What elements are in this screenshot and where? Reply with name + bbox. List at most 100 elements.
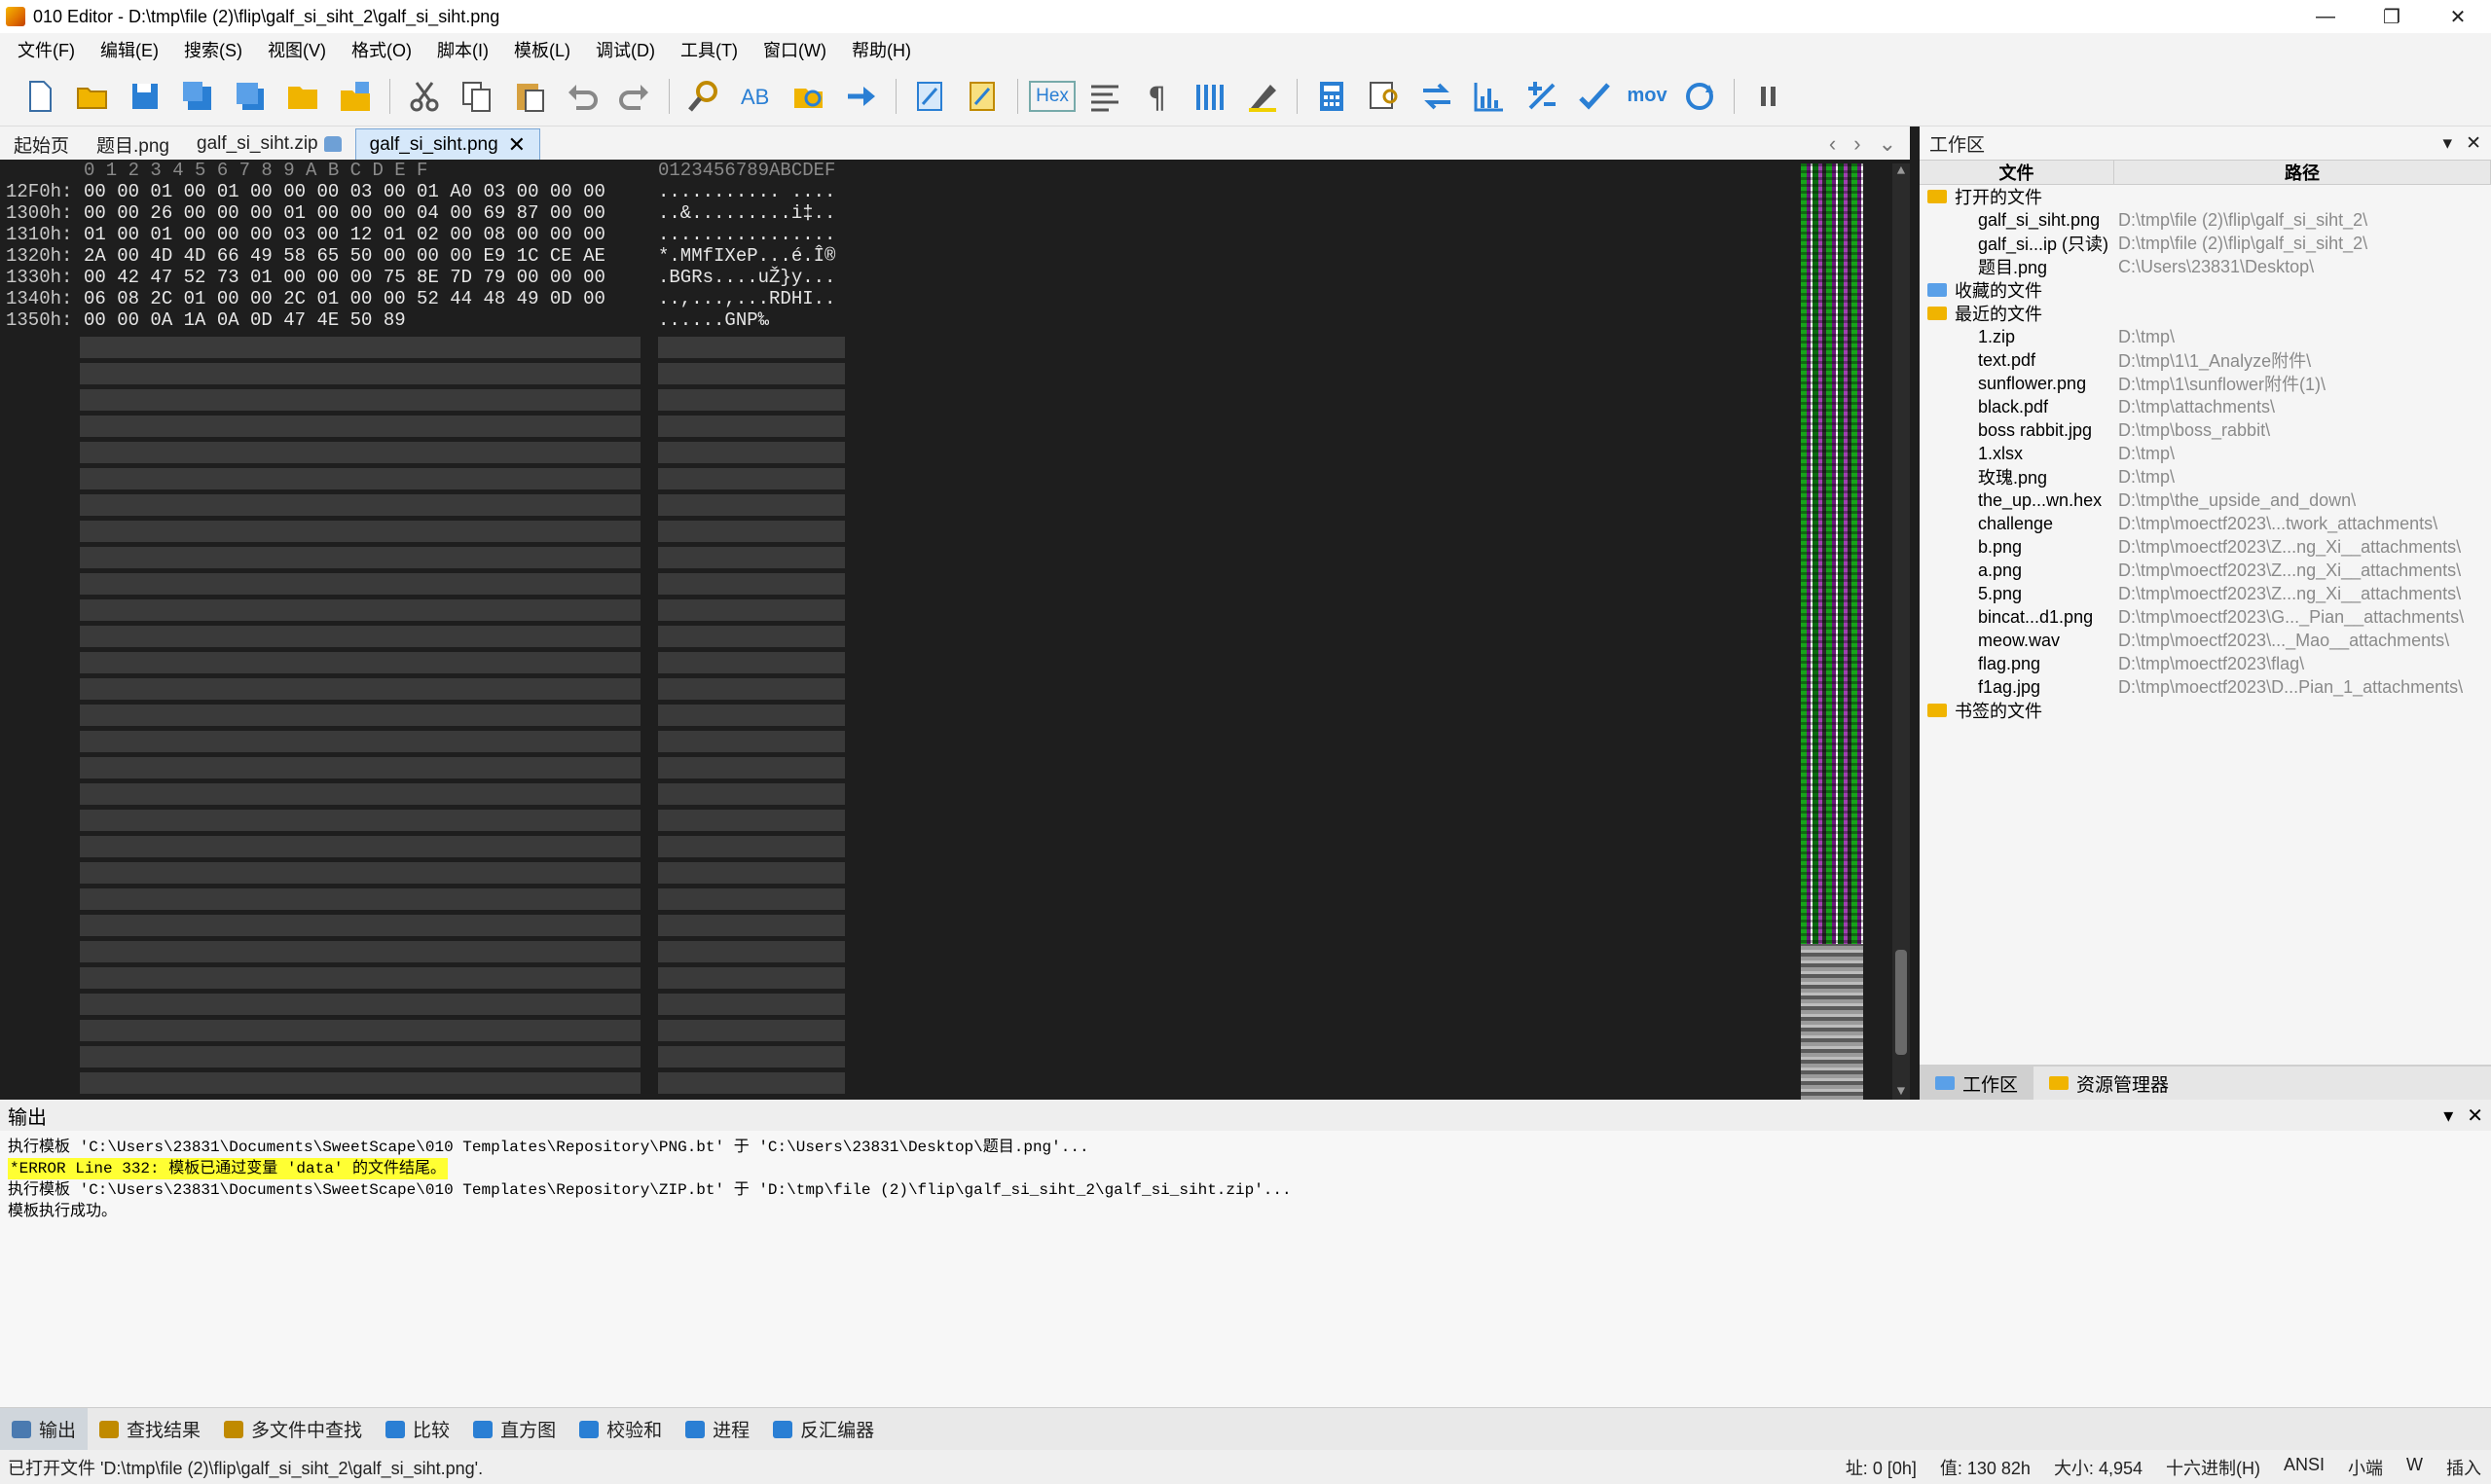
find-icon[interactable]: [681, 74, 726, 119]
open-folder-icon[interactable]: [280, 74, 325, 119]
tab-workspace[interactable]: 工作区: [1920, 1066, 2034, 1101]
column-file[interactable]: 文件: [1920, 161, 2114, 184]
bottom-tab-checksum[interactable]: 校验和: [568, 1408, 674, 1451]
row-ascii[interactable]: .BGRs....uŽ}y...: [658, 267, 835, 288]
output-close-icon[interactable]: ✕: [2467, 1104, 2483, 1128]
row-bytes[interactable]: 00 42 47 52 73 01 00 00 00 75 8E 7D 79 0…: [84, 267, 605, 288]
hex-editor[interactable]: 0 1 2 3 4 5 6 7 8 9 A B C D E F 01234567…: [0, 160, 1910, 1100]
scroll-up-icon[interactable]: ▲: [1892, 163, 1910, 179]
tab-start-page[interactable]: 起始页: [0, 128, 83, 160]
base-converter-icon[interactable]: [1677, 74, 1722, 119]
row-bytes[interactable]: 06 08 2C 01 00 00 2C 01 00 00 52 44 48 4…: [84, 288, 605, 309]
hex-mode-button[interactable]: Hex: [1029, 74, 1076, 119]
script-icon[interactable]: [908, 74, 953, 119]
row-bytes[interactable]: 00 00 0A 1A 0A 0D 47 4E 50 89: [84, 309, 406, 331]
bottom-tab-find-in-files[interactable]: 多文件中查找: [212, 1408, 374, 1451]
workspace-group[interactable]: 打开的文件: [1920, 185, 2491, 208]
redo-icon[interactable]: [612, 74, 657, 119]
save-icon[interactable]: [123, 74, 167, 119]
workspace-file-row[interactable]: 玫瑰.png D:\tmp\: [1920, 465, 2491, 489]
maximize-button[interactable]: ❐: [2359, 0, 2425, 33]
row-ascii[interactable]: ......GNP‰: [658, 309, 769, 331]
cut-icon[interactable]: [402, 74, 447, 119]
menu-view[interactable]: 视图(V): [258, 37, 342, 62]
compare-icon[interactable]: [1414, 74, 1459, 119]
tab-timu-png[interactable]: 题目.png: [83, 128, 183, 160]
panel-close-icon[interactable]: ✕: [2466, 132, 2481, 155]
workspace-file-row[interactable]: 5.png D:\tmp\moectf2023\Z...ng_Xi__attach…: [1920, 582, 2491, 605]
save-all-icon[interactable]: [228, 74, 273, 119]
status-insert[interactable]: 插入: [2446, 1455, 2481, 1480]
workspace-group[interactable]: 最近的文件: [1920, 302, 2491, 325]
panel-menu-icon[interactable]: ▾: [2443, 132, 2453, 155]
row-ascii[interactable]: *.MMfIXeP...é.Î®: [658, 245, 835, 267]
goto-icon[interactable]: [839, 74, 884, 119]
close-tab-icon[interactable]: ✕: [508, 132, 526, 158]
file-minimap[interactable]: [1801, 163, 1863, 1100]
status-mode[interactable]: 十六进制(H): [2166, 1455, 2260, 1480]
workspace-file-row[interactable]: a.png D:\tmp\moectf2023\Z...ng_Xi__attach…: [1920, 559, 2491, 582]
workspace-file-row[interactable]: boss rabbit.jpg D:\tmp\boss_rabbit\: [1920, 418, 2491, 442]
close-window-button[interactable]: ✕: [2425, 0, 2491, 33]
menu-search[interactable]: 搜索(S): [174, 37, 258, 62]
row-ascii[interactable]: ................: [658, 224, 835, 245]
row-bytes[interactable]: 2A 00 4D 4D 66 49 58 65 50 00 00 00 E9 1…: [84, 245, 605, 267]
status-encoding[interactable]: ANSI: [2284, 1455, 2325, 1480]
workspace-file-row[interactable]: 题目.png C:\Users\23831\Desktop\: [1920, 255, 2491, 278]
open-file-icon[interactable]: [70, 74, 115, 119]
status-address[interactable]: 址: 0 [0h]: [1846, 1455, 1917, 1480]
menu-tools[interactable]: 工具(T): [671, 37, 753, 62]
menu-template[interactable]: 模板(L): [504, 37, 586, 62]
scrollbar-thumb[interactable]: [1895, 950, 1907, 1055]
save-as-icon[interactable]: [175, 74, 220, 119]
output-menu-icon[interactable]: ▾: [2443, 1104, 2453, 1128]
workspace-group[interactable]: 收藏的文件: [1920, 278, 2491, 302]
workspace-file-row[interactable]: bincat...d1.png D:\tmp\moectf2023\G..._Pi…: [1920, 605, 2491, 629]
tab-next-icon[interactable]: ›: [1853, 131, 1860, 157]
row-ascii[interactable]: ........... ....: [658, 181, 835, 202]
menu-script[interactable]: 脚本(I): [427, 37, 504, 62]
status-value[interactable]: 值: 130 82h: [1940, 1455, 2031, 1480]
workspace-file-row[interactable]: f1ag.jpg D:\tmp\moectf2023\D...Pian_1_att…: [1920, 675, 2491, 699]
tab-galf-png[interactable]: galf_si_siht.png ✕: [354, 128, 541, 160]
disassembler-icon[interactable]: mov: [1625, 74, 1669, 119]
tab-list-icon[interactable]: ⌄: [1879, 131, 1896, 157]
text-mode-icon[interactable]: [1082, 74, 1127, 119]
workspace-file-row[interactable]: b.png D:\tmp\moectf2023\Z...ng_Xi__attach…: [1920, 535, 2491, 559]
workspace-file-row[interactable]: challenge D:\tmp\moectf2023\...twork_atta…: [1920, 512, 2491, 535]
row-ascii[interactable]: ..,...,...RDHI..: [658, 288, 835, 309]
workspace-file-row[interactable]: 1.xlsx D:\tmp\: [1920, 442, 2491, 465]
find-in-files-icon[interactable]: [787, 74, 831, 119]
row-ascii[interactable]: ..&.........i‡..: [658, 202, 835, 224]
menu-file[interactable]: 文件(F): [8, 37, 91, 62]
replace-icon[interactable]: AB: [734, 74, 779, 119]
bottom-tab-disassembler[interactable]: 反汇编器: [761, 1408, 886, 1451]
tab-galf-zip[interactable]: galf_si_siht.zip: [183, 128, 355, 160]
checksum-icon[interactable]: [1572, 74, 1617, 119]
workspace-file-row[interactable]: meow.wav D:\tmp\moectf2023\..._Mao__attac…: [1920, 629, 2491, 652]
status-endian[interactable]: 小端: [2348, 1455, 2383, 1480]
column-path[interactable]: 路径: [2114, 161, 2491, 184]
highlight-icon[interactable]: [1240, 74, 1285, 119]
workspace-file-row[interactable]: galf_si_siht.png D:\tmp\file (2)\flip\gal…: [1920, 208, 2491, 232]
menu-debug[interactable]: 调试(D): [586, 37, 671, 62]
menu-format[interactable]: 格式(O): [342, 37, 427, 62]
template-icon[interactable]: [961, 74, 1006, 119]
tab-prev-icon[interactable]: ‹: [1829, 131, 1836, 157]
row-bytes[interactable]: 01 00 01 00 00 00 03 00 12 01 02 00 08 0…: [84, 224, 605, 245]
workspace-file-row[interactable]: 1.zip D:\tmp\: [1920, 325, 2491, 348]
tab-explorer[interactable]: 资源管理器: [2033, 1066, 2184, 1101]
vertical-scrollbar[interactable]: ▲ ▼: [1892, 163, 1910, 1100]
pause-icon[interactable]: [1746, 74, 1791, 119]
minimize-button[interactable]: —: [2292, 0, 2359, 33]
workspace-file-row[interactable]: flag.png D:\tmp\moectf2023\flag\: [1920, 652, 2491, 675]
row-bytes[interactable]: 00 00 26 00 00 00 01 00 00 00 04 00 69 8…: [84, 202, 605, 224]
menu-window[interactable]: 窗口(W): [753, 37, 842, 62]
histogram-icon[interactable]: [1467, 74, 1512, 119]
bottom-tab-process[interactable]: 进程: [674, 1408, 761, 1451]
undo-icon[interactable]: [560, 74, 604, 119]
new-file-icon[interactable]: [18, 74, 62, 119]
calculator-icon[interactable]: [1309, 74, 1354, 119]
bottom-tab-find-results[interactable]: 查找结果: [88, 1408, 212, 1451]
workspace-file-row[interactable]: black.pdf D:\tmp\attachments\: [1920, 395, 2491, 418]
